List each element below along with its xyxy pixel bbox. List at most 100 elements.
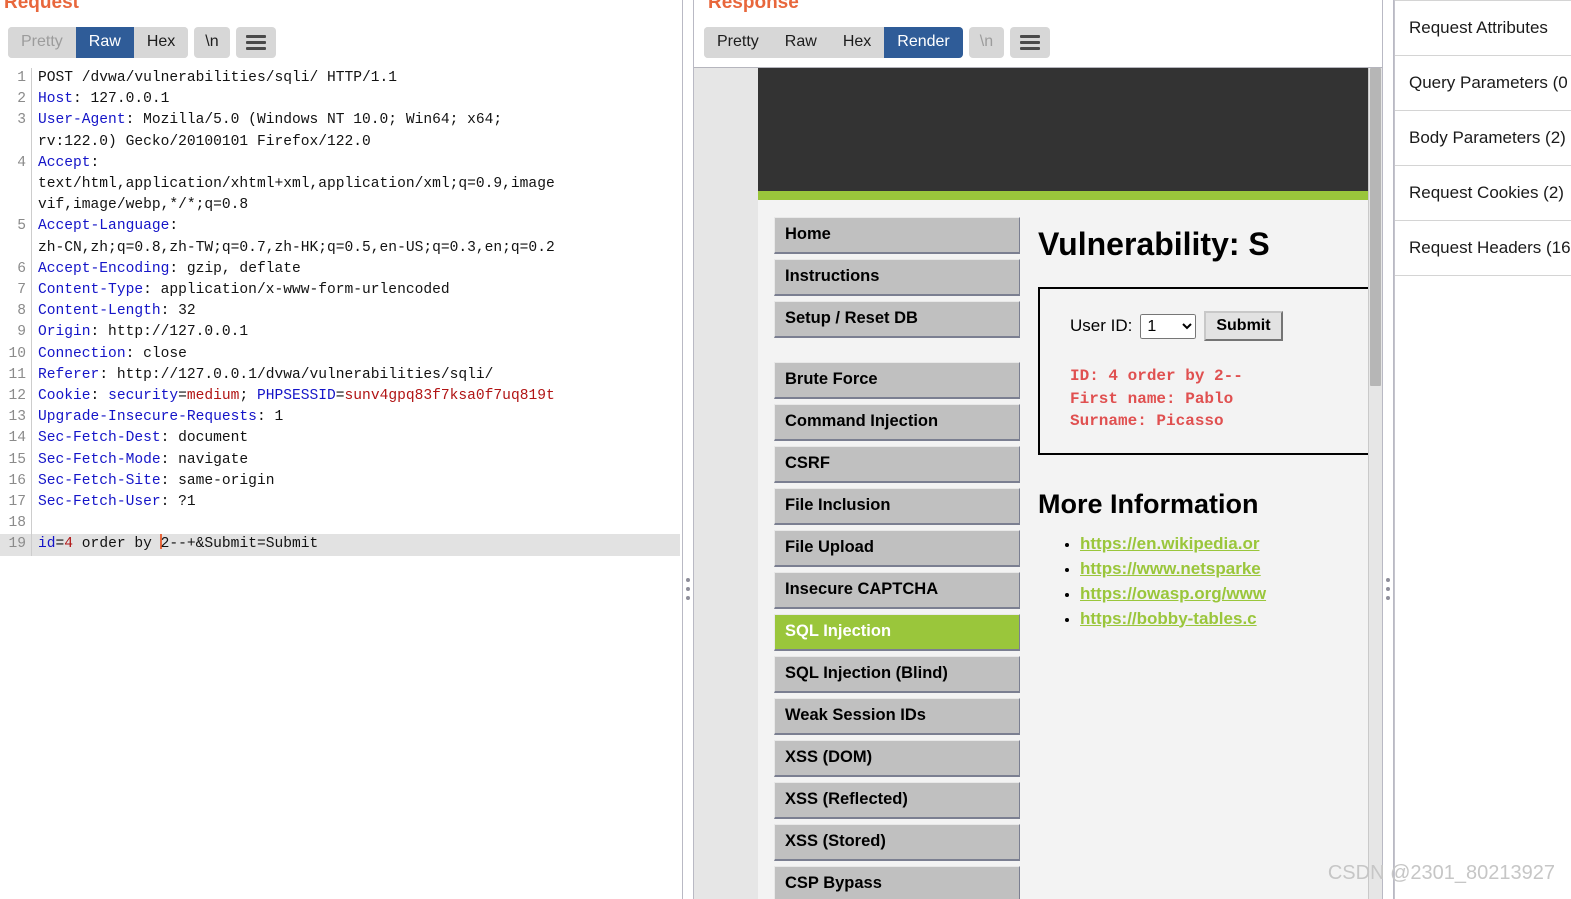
code-token: User-Agent <box>38 112 126 129</box>
request-menu-icon[interactable] <box>235 27 276 58</box>
request-code-line: 5 Accept-Language: <box>0 216 680 238</box>
line-content: Cookie: security=medium; PHPSESSID=sunv4… <box>31 386 680 408</box>
line-number: 14 <box>8 430 26 447</box>
more-information-heading: More Information <box>1038 488 1259 519</box>
dvwa-nav-item[interactable]: XSS (Reflected) <box>774 782 1020 819</box>
dvwa-nav-item[interactable]: Instructions <box>774 259 1020 296</box>
dvwa-nav-item[interactable]: Weak Session IDs <box>774 698 1020 735</box>
user-id-label: User ID: <box>1070 316 1133 335</box>
request-toolbar: Pretty Raw Hex \n <box>8 27 276 58</box>
code-token: Sec-Fetch-Site <box>38 472 161 489</box>
dvwa-navigation-menu: Home Instructions Setup / Reset DB Brute Fo… <box>758 200 1020 899</box>
request-code-line: rv:122.0) Gecko/20100101 Firefox/122.0 <box>0 131 680 153</box>
code-token: : <box>90 388 109 405</box>
sidebar-item[interactable]: Request Headers (16 <box>1395 221 1571 276</box>
dvwa-nav-item[interactable]: Insecure CAPTCHA <box>774 572 1020 609</box>
code-token: : Mozilla/5.0 (Windows NT 10.0; Win64; x… <box>125 112 503 129</box>
dvwa-nav-item[interactable]: XSS (Stored) <box>774 824 1020 861</box>
code-token: : ?1 <box>160 494 196 511</box>
line-number: 15 <box>8 451 26 468</box>
submit-button[interactable]: Submit <box>1204 311 1283 341</box>
dvwa-nav-item[interactable]: Command Injection <box>774 404 1020 441</box>
tab-request-pretty[interactable]: Pretty <box>8 27 76 58</box>
user-id-select[interactable]: 1 <box>1140 313 1197 339</box>
dvwa-nav-item[interactable]: SQL Injection <box>774 614 1020 651</box>
line-content: Sec-Fetch-Mode: navigate <box>31 449 680 471</box>
sidebar-item[interactable]: Request Attributes <box>1395 0 1571 56</box>
code-token: = <box>335 388 345 405</box>
line-number: 7 <box>17 282 26 299</box>
request-code-line: 6 Accept-Encoding: gzip, deflate <box>0 258 680 281</box>
tab-response-render[interactable]: Render <box>884 27 963 58</box>
scrollbar-thumb[interactable] <box>1370 68 1381 386</box>
code-token: Accept-Language <box>38 218 170 235</box>
tab-response-pretty[interactable]: Pretty <box>704 27 772 58</box>
request-code-line: 16 Sec-Fetch-Site: same-origin <box>0 470 680 493</box>
more-info-link[interactable]: https://owasp.org/www <box>1080 584 1266 603</box>
line-number: 12 <box>8 388 26 405</box>
dvwa-nav-item[interactable]: File Inclusion <box>774 488 1020 525</box>
sidebar-item[interactable]: Body Parameters (2) <box>1395 111 1571 166</box>
more-info-link[interactable]: https://www.netsparke <box>1080 559 1261 578</box>
line-number: 17 <box>8 494 26 511</box>
request-code-line: 17 Sec-Fetch-User: ?1 <box>0 492 680 514</box>
dvwa-content-area: Vulnerability: S User ID: 1 Submit ID: 4 <box>1020 200 1368 899</box>
code-token: : close <box>125 345 187 362</box>
request-code-line: vif,image/webp,*/*;q=0.8 <box>0 195 680 217</box>
line-content: Origin: http://127.0.0.1 <box>31 322 680 344</box>
tab-response-hex[interactable]: Hex <box>829 27 885 58</box>
request-code-line: 14 Sec-Fetch-Dest: document <box>0 428 680 450</box>
line-content: Accept-Encoding: gzip, deflate <box>31 258 680 281</box>
code-token: sunv4gpq83f7ksa0f7uq819t <box>344 388 555 405</box>
code-token: : 1 <box>256 409 284 426</box>
tab-response-raw[interactable]: Raw <box>771 27 830 58</box>
code-token: : document <box>160 430 249 447</box>
line-number: 10 <box>8 345 26 362</box>
code-token: POST /dvwa/vulnerabilities/sqli/ HTTP/1.… <box>38 70 398 86</box>
code-token: : <box>90 154 100 171</box>
response-newline-toggle[interactable]: \n <box>968 27 1005 58</box>
code-token: Accept-Encoding <box>38 260 170 277</box>
line-content: Sec-Fetch-User: ?1 <box>31 492 680 514</box>
request-response-splitter[interactable] <box>682 0 694 899</box>
request-code-editor[interactable]: 1 POST /dvwa/vulnerabilities/sqli/ HTTP/1… <box>0 68 680 899</box>
dvwa-nav-item[interactable]: Home <box>774 217 1020 254</box>
dvwa-nav-item[interactable]: Brute Force <box>774 362 1020 399</box>
tab-request-raw[interactable]: Raw <box>75 27 134 58</box>
response-vertical-scrollbar[interactable] <box>1368 68 1382 899</box>
rendered-page-viewport: Home Instructions Setup / Reset DB Brute Fo… <box>694 68 1368 899</box>
dvwa-nav-item[interactable]: CSP Bypass <box>774 866 1020 899</box>
more-info-link[interactable]: https://en.wikipedia.or <box>1080 534 1259 553</box>
response-menu-icon[interactable] <box>1010 27 1051 58</box>
code-token: : same-origin <box>160 472 275 489</box>
response-sidebar-splitter[interactable] <box>1382 0 1394 899</box>
sidebar-item[interactable]: Request Cookies (2) <box>1395 166 1571 221</box>
more-info-list-item: https://en.wikipedia.or <box>1080 534 1368 554</box>
splitter-grip-icon <box>1386 578 1390 600</box>
request-newline-toggle[interactable]: \n <box>194 27 230 58</box>
dvwa-nav-item[interactable]: SQL Injection (Blind) <box>774 656 1020 693</box>
dvwa-nav-item[interactable]: CSRF <box>774 446 1020 483</box>
line-content: User-Agent: Mozilla/5.0 (Windows NT 10.0… <box>31 110 680 132</box>
dvwa-nav-item[interactable]: XSS (DOM) <box>774 740 1020 777</box>
user-id-row: User ID: 1 Submit <box>1070 311 1360 341</box>
more-information-list: https://en.wikipedia.or https://www.netsp… <box>1038 534 1368 629</box>
code-token: : 127.0.0.1 <box>73 91 170 108</box>
response-pane: Response Pretty Raw Hex Render \n Home I… <box>694 0 1382 899</box>
request-code-line: 15 Sec-Fetch-Mode: navigate <box>0 449 680 471</box>
sidebar-item[interactable]: Query Parameters (0 <box>1395 56 1571 111</box>
response-view-tabs: Pretty Raw Hex Render <box>704 27 963 58</box>
line-content: Sec-Fetch-Site: same-origin <box>31 470 680 493</box>
more-info-link[interactable]: https://bobby-tables.c <box>1080 609 1257 628</box>
response-pane-title: Response <box>708 0 799 13</box>
line-number: 11 <box>8 366 26 383</box>
code-token: rv:122.0) Gecko/20100101 Firefox/122.0 <box>38 133 371 150</box>
request-code-line: 18 <box>0 513 680 535</box>
tab-request-hex[interactable]: Hex <box>133 27 189 58</box>
code-token: 4 <box>64 536 74 553</box>
request-code-line: 7 Content-Type: application/x-www-form-ur… <box>0 280 680 302</box>
request-code-line: text/html,application/xhtml+xml,applicat… <box>0 174 680 196</box>
code-token: Origin <box>38 324 91 341</box>
dvwa-nav-item[interactable]: Setup / Reset DB <box>774 301 1020 338</box>
dvwa-nav-item[interactable]: File Upload <box>774 530 1020 567</box>
